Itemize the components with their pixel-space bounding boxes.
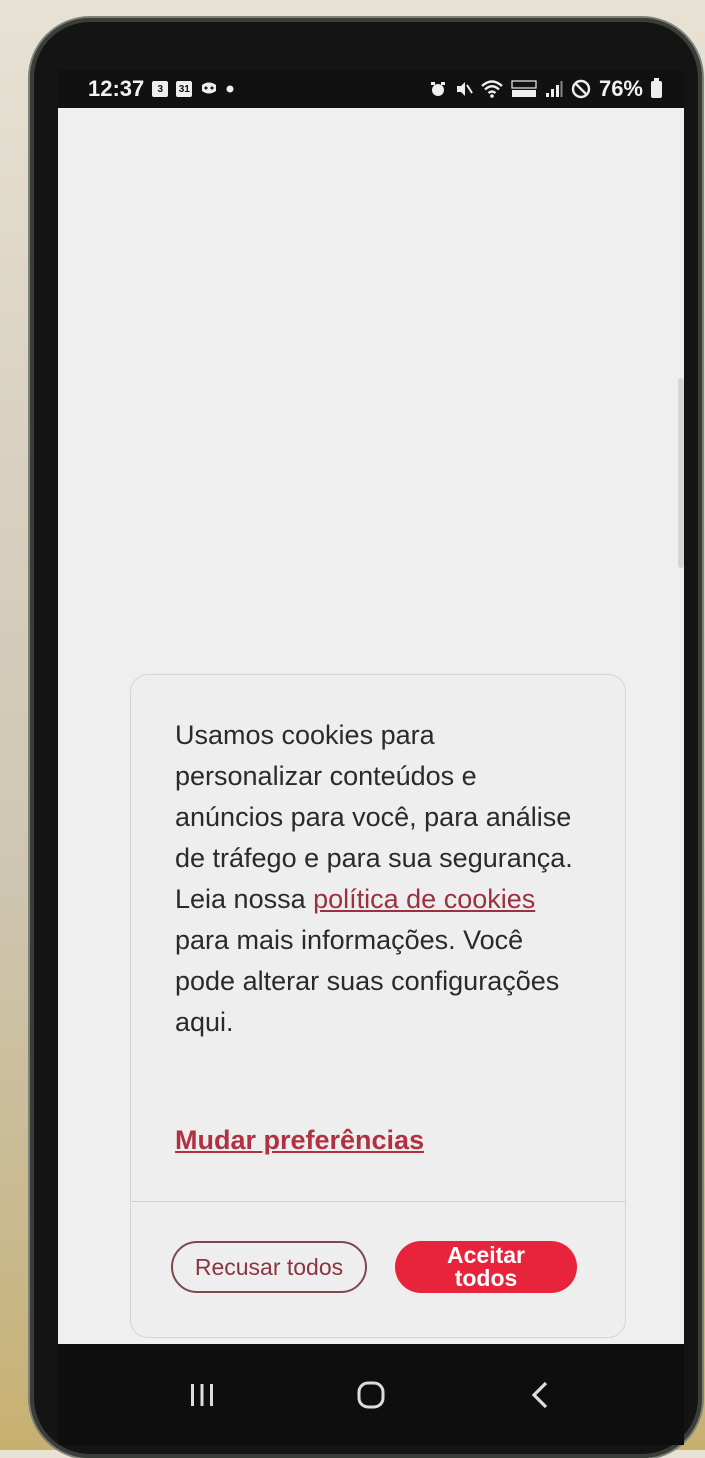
recent-apps-icon[interactable] [172,1365,232,1425]
accept-all-button[interactable]: Aceitar todos [395,1241,577,1293]
cookie-policy-link[interactable]: política de cookies [313,884,535,914]
scrollbar[interactable] [678,378,684,568]
device-screen: 12:37 3 31 76% Usamos cookies para perso… [58,70,684,1445]
wifi-icon [481,80,503,98]
status-right: 76% [429,76,662,102]
calendar-icon: 3 [152,81,169,97]
change-preferences-link[interactable]: Mudar preferências [175,1125,424,1156]
home-icon[interactable] [341,1365,401,1425]
messenger-icon [200,81,218,97]
dot-icon [226,85,234,93]
status-time: 12:37 [88,76,145,101]
status-left: 12:37 3 31 [88,76,234,102]
back-icon[interactable] [510,1365,570,1425]
signal-icon [545,80,563,98]
cookie-message-part-2: para mais informações. Você pode alterar… [175,925,560,1037]
volte-icon [511,80,537,98]
cookie-message: Usamos cookies para personalizar conteúd… [175,715,585,1043]
alarm-icon [429,80,447,98]
battery-icon [651,77,662,98]
status-bar: 12:37 3 31 76% [58,70,684,108]
mute-icon [455,80,473,98]
calendar-31-icon: 31 [176,81,193,97]
reject-all-button[interactable]: Recusar todos [171,1241,367,1293]
cookie-consent-dialog: Usamos cookies para personalizar conteúd… [130,674,626,1338]
webview-content: Usamos cookies para personalizar conteúd… [58,108,684,1344]
android-nav-bar [58,1344,684,1445]
dnd-icon [571,79,591,99]
dialog-divider [131,1201,625,1202]
battery-percent: 76% [598,76,643,101]
